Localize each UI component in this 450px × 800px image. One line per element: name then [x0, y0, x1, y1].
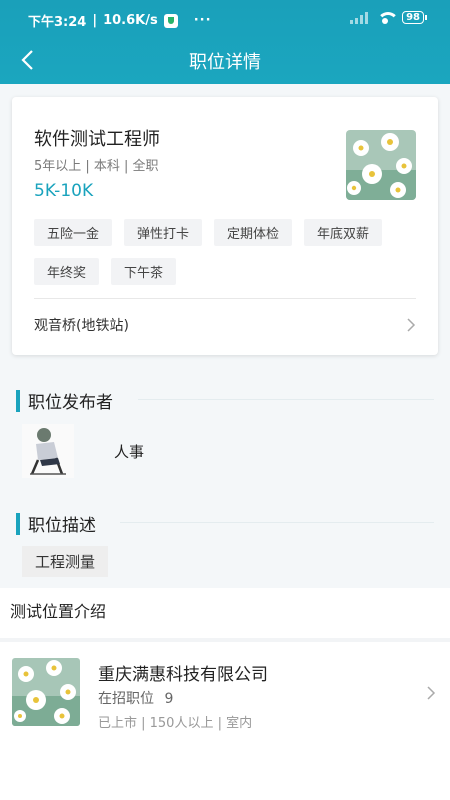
description-tag: 工程测量 — [22, 546, 109, 577]
description-section-header: 职位描述 — [16, 511, 96, 536]
avatar — [22, 424, 74, 478]
publisher-name: 人事 — [114, 442, 145, 461]
job-meta: 5年以上 | 本科 | 全职 — [34, 159, 159, 174]
company-logo — [12, 658, 80, 726]
location-text: 观音桥(地铁站) — [34, 318, 129, 334]
more-dots-icon: ··· — [193, 13, 212, 28]
company-name: 重庆满惠科技有限公司 — [98, 665, 268, 685]
shield-icon — [163, 13, 178, 28]
divider — [34, 298, 416, 299]
section-accent-bar — [16, 389, 20, 412]
status-time: 下午3:24 — [28, 15, 87, 30]
app-header-bar: 下午3:24 | 10.6K/s ··· 98 职位详情 — [0, 0, 450, 84]
network-speed: 10.6K/s — [103, 13, 158, 28]
section-accent-bar — [16, 512, 20, 535]
chevron-right-icon — [407, 318, 416, 332]
battery-icon: 98 — [402, 11, 427, 24]
status-bar: 下午3:24 | 10.6K/s ··· 98 — [0, 0, 450, 38]
benefit-tag: 定期体检 — [214, 219, 293, 246]
wifi-icon — [376, 11, 400, 24]
company-card[interactable]: 重庆满惠科技有限公司 在招职位 9 已上市 | 150人以上 | 室内 — [0, 642, 450, 742]
intro-title: 测试位置介绍 — [10, 602, 107, 621]
jobs-label: 在招职位 — [98, 691, 154, 707]
page-title: 职位详情 — [189, 52, 261, 73]
benefit-tag: 年终奖 — [34, 258, 100, 285]
benefit-tag: 五险一金 — [34, 219, 113, 246]
section-divider — [120, 522, 434, 523]
location-row[interactable]: 观音桥(地铁站) — [34, 303, 416, 347]
job-title: 软件测试工程师 — [34, 129, 160, 150]
benefit-tag: 弹性打卡 — [124, 219, 203, 246]
chevron-right-icon — [427, 686, 436, 700]
company-info: 已上市 | 150人以上 | 室内 — [98, 716, 253, 731]
publisher-section-header: 职位发布者 — [16, 388, 113, 413]
section-divider — [138, 399, 434, 400]
section-title: 职位发布者 — [28, 393, 113, 413]
benefit-tag: 下午茶 — [111, 258, 177, 285]
benefit-tags: 五险一金 弹性打卡 定期体检 年底双薪 年终奖 下午茶 — [34, 219, 414, 285]
job-salary: 5K-10K — [34, 181, 94, 201]
section-title: 职位描述 — [28, 516, 96, 536]
job-image — [346, 130, 416, 200]
jobs-count: 9 — [164, 691, 174, 707]
publisher[interactable]: 人事 — [22, 424, 144, 478]
benefit-tag: 年底双薪 — [304, 219, 383, 246]
job-card: 软件测试工程师 5年以上 | 本科 | 全职 5K-10K 五险一金 弹性打卡 … — [12, 97, 438, 355]
signal-icon — [350, 11, 369, 24]
nav-header: 职位详情 — [0, 38, 450, 84]
company-jobs: 在招职位 9 — [98, 688, 173, 708]
